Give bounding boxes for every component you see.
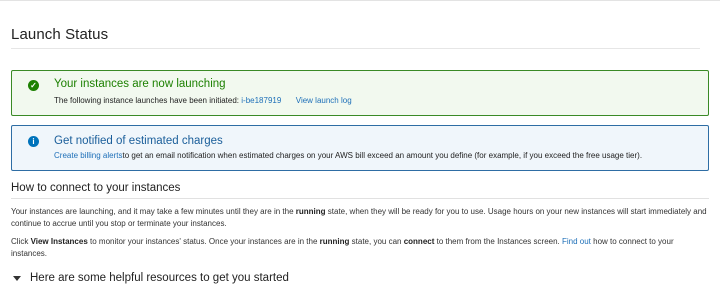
success-alert-text-line: The following instance launches have bee… (54, 96, 352, 105)
success-alert-text: The following instance launches have bee… (54, 96, 240, 105)
top-divider (0, 0, 720, 1)
caret-down-icon (13, 275, 21, 281)
check-circle-icon: ✓ (28, 80, 39, 91)
info-alert-text: to get an email notification when estima… (122, 151, 643, 160)
helpful-resources-label: Here are some helpful resources to get y… (30, 272, 289, 284)
info-alert-heading: Get notified of estimated charges (54, 135, 223, 147)
connect-section-title: How to connect to your instances (11, 182, 181, 194)
launch-success-alert: ✓ Your instances are now launching The f… (11, 70, 709, 116)
info-alert-text-line: Create billing alertsto get an email not… (54, 151, 642, 160)
helpful-resources-toggle[interactable]: Here are some helpful resources to get y… (11, 272, 289, 284)
section-divider (11, 198, 709, 199)
title-divider (11, 48, 700, 49)
find-out-link[interactable]: Find out (562, 237, 591, 246)
instance-id-link[interactable]: i-be187919 (241, 96, 281, 105)
connect-info-paragraph: Click View Instances to monitor your ins… (11, 237, 674, 258)
page-title: Launch Status (11, 26, 109, 43)
success-alert-heading: Your instances are now launching (54, 78, 226, 90)
info-icon: i (28, 136, 39, 147)
launch-info-paragraph: Your instances are launching, and it may… (11, 207, 707, 228)
create-billing-alerts-link[interactable]: Create billing alerts (54, 151, 122, 160)
billing-info-alert: i Get notified of estimated charges Crea… (11, 125, 709, 171)
view-launch-log-link[interactable]: View launch log (296, 96, 352, 105)
